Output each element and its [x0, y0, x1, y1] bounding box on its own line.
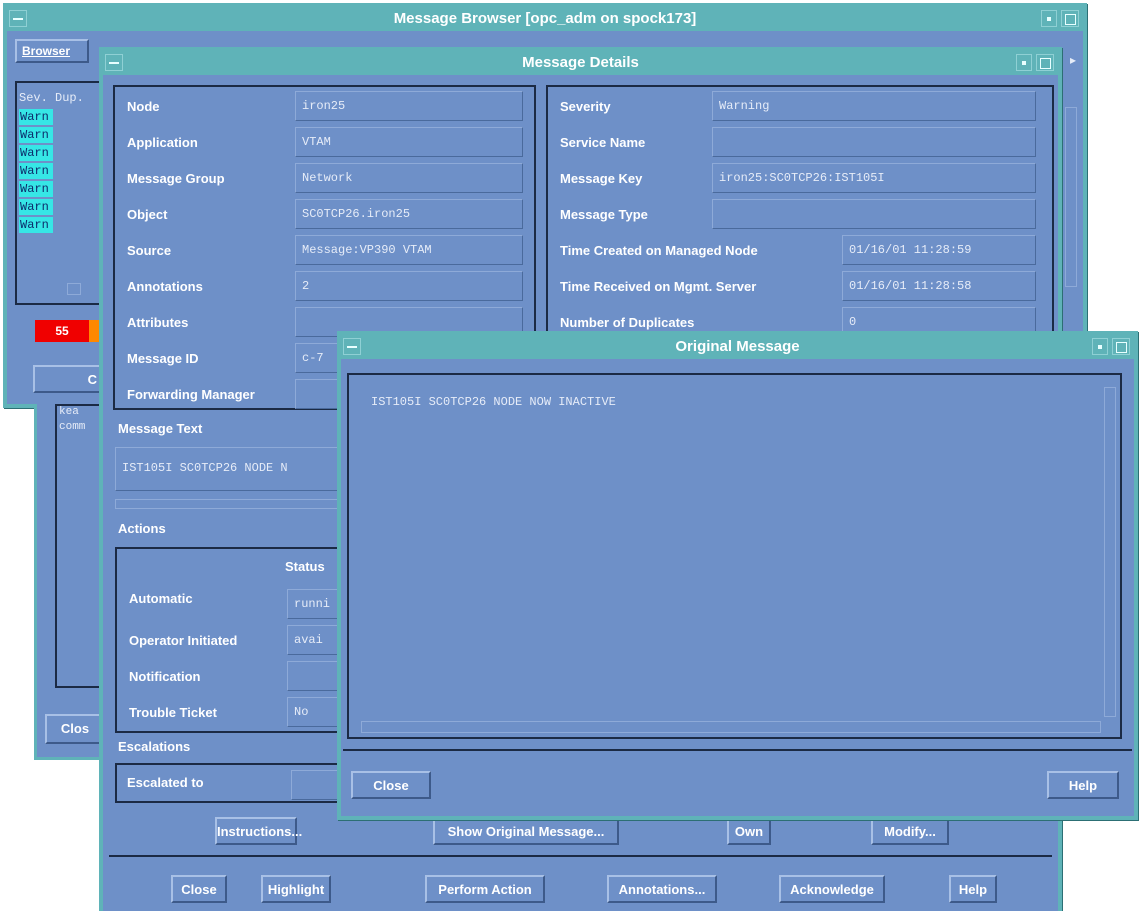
annotations-button[interactable]: Annotations... — [607, 875, 717, 903]
field-label: Attributes — [127, 315, 189, 330]
actions-panel: Status Automatic runni Operator Initiated a… — [115, 547, 349, 733]
action-label: Operator Initiated — [129, 633, 238, 648]
field-label: Number of Duplicates — [560, 315, 695, 330]
field-label: Node — [127, 99, 160, 114]
buttons-row-2: Close Highlight Perform Action Annotations.… — [103, 865, 1058, 911]
field-value[interactable]: iron25 — [295, 91, 523, 121]
minimize-icon[interactable] — [1092, 338, 1108, 355]
field-label: Annotations — [127, 279, 203, 294]
browser-partial-button[interactable]: C — [33, 365, 103, 393]
modify-button[interactable]: Modify... — [871, 817, 949, 845]
field-label: Message ID — [127, 351, 199, 366]
browser-menu-label: Browser — [22, 44, 71, 58]
field-value[interactable]: 01/16/01 11:28:59 — [842, 235, 1036, 265]
field-value[interactable]: 01/16/01 11:28:58 — [842, 271, 1036, 301]
field-label: Message Key — [560, 171, 643, 186]
field-label: Forwarding Manager — [127, 387, 255, 402]
original-button-divider — [343, 749, 1132, 751]
message-text-scrollbar[interactable] — [115, 499, 345, 509]
field-value[interactable] — [712, 127, 1036, 157]
original-message-window: Original Message IST105I SC0TCP26 NODE N… — [337, 331, 1138, 820]
column-header: Sev. Dup. — [19, 91, 84, 105]
window-menu-icon[interactable] — [9, 10, 27, 27]
instructions-button[interactable]: Instructions... — [215, 817, 302, 845]
field-label: Service Name — [560, 135, 646, 150]
right-fields-panel: Severity Warning Service Name Message Key ir… — [546, 85, 1054, 345]
maximize-icon[interactable] — [1112, 338, 1130, 355]
original-text-area[interactable]: IST105I SC0TCP26 NODE NOW INACTIVE — [347, 373, 1122, 739]
field-label: Severity — [560, 99, 611, 114]
acknowledge-button[interactable]: Acknowledge — [779, 875, 885, 903]
severity-cell[interactable]: Warn — [19, 181, 53, 197]
field-label: Message Group — [127, 171, 225, 186]
browser-list[interactable]: Sev. Dup. Warn Warn Warn Warn Warn Warn Warn — [15, 81, 103, 305]
browser-menu-arrow-icon[interactable]: ▸ — [1070, 53, 1082, 71]
original-vertical-scrollbar[interactable] — [1104, 387, 1116, 717]
severity-cell[interactable]: Warn — [19, 109, 53, 125]
perform-action-button[interactable]: Perform Action — [425, 875, 545, 903]
message-text-field[interactable]: IST105I SC0TCP26 NODE N — [115, 447, 345, 491]
highlight-button[interactable]: Highlight — [261, 875, 331, 903]
details-title: Message Details — [522, 54, 639, 71]
escalated-to-label: Escalated to — [127, 775, 204, 790]
browser-menu-item[interactable]: Browser — [15, 39, 89, 63]
actions-label: Actions — [118, 521, 166, 536]
severity-cell[interactable]: Warn — [19, 127, 53, 143]
separator — [109, 855, 1052, 857]
field-value[interactable]: Warning — [712, 91, 1036, 121]
field-label: Object — [127, 207, 168, 222]
major-count-badge — [89, 320, 99, 342]
field-value[interactable]: SC0TCP26.iron25 — [295, 199, 523, 229]
original-message-text: IST105I SC0TCP26 NODE NOW INACTIVE — [371, 395, 616, 409]
field-label: Time Created on Managed Node — [560, 243, 758, 258]
original-titlebar[interactable]: Original Message — [341, 335, 1134, 359]
middle-window: kea comm Clos — [34, 404, 109, 760]
severity-cell[interactable]: Warn — [19, 199, 53, 215]
field-value[interactable] — [712, 199, 1036, 229]
escalations-label: Escalations — [118, 739, 191, 754]
maximize-icon[interactable] — [1036, 54, 1054, 71]
severity-cell[interactable]: Warn — [19, 217, 53, 233]
browser-title: Message Browser [opc_adm on spock173] — [393, 10, 697, 27]
middle-close-button[interactable]: Clos — [45, 714, 105, 744]
field-label: Source — [127, 243, 172, 258]
minimize-icon[interactable] — [1041, 10, 1057, 27]
own-button[interactable]: Own — [727, 817, 771, 845]
original-close-button[interactable]: Close — [351, 771, 431, 799]
field-value[interactable]: 2 — [295, 271, 523, 301]
original-help-button[interactable]: Help — [1047, 771, 1119, 799]
show-original-message-button[interactable]: Show Original Message... — [433, 817, 619, 845]
browser-vertical-scrollbar[interactable] — [1065, 107, 1077, 287]
window-menu-icon[interactable] — [343, 338, 361, 355]
action-label: Automatic — [129, 591, 193, 606]
maximize-icon[interactable] — [1061, 10, 1079, 27]
escalations-panel: Escalated to — [115, 763, 347, 803]
field-value[interactable]: iron25:SC0TCP26:IST105I — [712, 163, 1036, 193]
action-label: Notification — [129, 669, 201, 684]
field-value[interactable]: Network — [295, 163, 523, 193]
field-label: Message Type — [560, 207, 648, 222]
original-horizontal-scrollbar[interactable] — [361, 721, 1101, 733]
field-label: Time Received on Mgmt. Server — [560, 279, 757, 294]
status-column-header: Status — [285, 559, 325, 574]
browser-titlebar[interactable]: Message Browser [opc_adm on spock173] — [7, 7, 1083, 31]
action-label: Trouble Ticket — [129, 705, 217, 720]
critical-count-badge: 55 — [35, 320, 89, 342]
minimize-icon[interactable] — [1016, 54, 1032, 71]
severity-cell[interactable]: Warn — [19, 145, 53, 161]
details-titlebar[interactable]: Message Details — [103, 51, 1058, 75]
field-value[interactable]: VTAM — [295, 127, 523, 157]
window-menu-icon[interactable] — [105, 54, 123, 71]
severity-cell[interactable]: Warn — [19, 163, 53, 179]
close-button[interactable]: Close — [171, 875, 227, 903]
help-button[interactable]: Help — [949, 875, 997, 903]
field-value[interactable]: Message:VP390 VTAM — [295, 235, 523, 265]
message-text-label: Message Text — [118, 421, 203, 436]
field-label: Application — [127, 135, 198, 150]
original-title: Original Message — [675, 338, 800, 355]
list-scroll-left-icon[interactable] — [67, 283, 81, 295]
